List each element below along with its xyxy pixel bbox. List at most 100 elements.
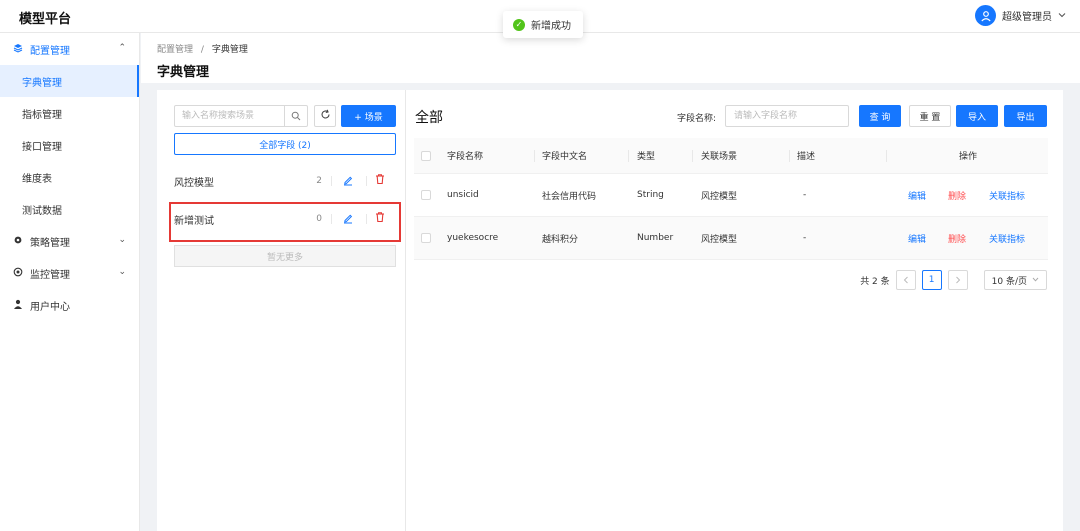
- row-checkbox[interactable]: [421, 233, 431, 243]
- column-header: 关联场景: [701, 152, 738, 162]
- add-scene-button[interactable]: + 场景: [341, 105, 396, 127]
- user-name: 超级管理员: [1002, 12, 1052, 23]
- scene-name: 风控模型: [174, 177, 214, 189]
- total-count: 共 2 条: [860, 276, 890, 287]
- type-cell: String: [637, 190, 664, 200]
- sidebar-group-strategy[interactable]: 策略管理 ⌄: [0, 225, 139, 257]
- edit-link[interactable]: 编辑: [908, 217, 926, 259]
- type-cell: Number: [637, 233, 674, 243]
- edit-link[interactable]: 编辑: [908, 174, 926, 216]
- column-header: 类型: [637, 152, 656, 162]
- scene-panel: + 场景 全部字段 (2) 风控模型 2 新增测试 0 暂无更多: [157, 90, 405, 531]
- breadcrumb-parent[interactable]: 配置管理: [157, 45, 193, 55]
- page-title: 字典管理: [157, 65, 210, 80]
- divider: [886, 150, 887, 162]
- field-table: 字段名称 字段中文名 类型 关联场景 描述 操作 unsicid 社会信用代码 …: [414, 138, 1048, 260]
- field-panel: 全部 字段名称: 查 询 重 置 导入 导出 字段名称 字段中文名 类型 关联场…: [405, 90, 1063, 531]
- monitor-icon: [13, 267, 25, 280]
- pagination: 共 2 条 1 10 条/页: [860, 270, 1047, 290]
- delete-link[interactable]: 删除: [948, 174, 966, 216]
- sidebar-item-dictionary[interactable]: 字典管理: [0, 65, 139, 97]
- app-logo: 模型平台: [19, 12, 72, 27]
- delete-icon[interactable]: [374, 173, 386, 188]
- breadcrumb-current: 字典管理: [211, 45, 248, 55]
- sidebar-group-label: 监控管理: [30, 269, 70, 281]
- select-all-checkbox[interactable]: [421, 150, 431, 161]
- edit-icon[interactable]: [342, 174, 354, 189]
- reset-button[interactable]: 重 置: [909, 105, 951, 127]
- column-header: 描述: [797, 152, 816, 162]
- scene-cell: 风控模型: [701, 234, 738, 245]
- chevron-down-icon: ⌄: [118, 235, 126, 245]
- import-button[interactable]: 导入: [956, 105, 998, 127]
- divider: [534, 150, 535, 162]
- table-row: yuekesocre 越科积分 Number 风控模型 - 编辑 删除 关联指标: [414, 217, 1048, 260]
- chevron-down-icon: ⌄: [118, 267, 126, 277]
- page-size-value: 10 条/页: [991, 276, 1027, 287]
- export-button[interactable]: 导出: [1004, 105, 1047, 127]
- field-cn-name-cell: 越科积分: [542, 234, 579, 245]
- field-name-cell: unsicid: [447, 190, 479, 200]
- sidebar-item-interfaces[interactable]: 接口管理: [0, 129, 139, 161]
- page-header: 配置管理 / 字典管理 字典管理: [141, 33, 1080, 83]
- toast-message: 新增成功: [531, 21, 571, 32]
- highlight-box: [169, 202, 401, 242]
- field-name-label: 字段名称:: [677, 114, 717, 124]
- success-toast: ✓ 新增成功: [503, 11, 583, 38]
- scene-search-input[interactable]: [175, 106, 283, 126]
- table-header: 字段名称 字段中文名 类型 关联场景 描述 操作: [414, 138, 1048, 174]
- scene-cell: 风控模型: [701, 191, 738, 202]
- sidebar-group-label: 策略管理: [30, 237, 70, 249]
- field-cn-name-cell: 社会信用代码: [542, 191, 597, 202]
- column-header: 操作: [959, 152, 978, 162]
- page-number-button[interactable]: 1: [921, 270, 942, 290]
- prev-page-button[interactable]: [895, 270, 916, 290]
- divider: [789, 150, 790, 162]
- sidebar-group-user-center[interactable]: 用户中心: [0, 289, 139, 321]
- chevron-down-icon: [1058, 10, 1066, 21]
- sidebar-item-label: 维度表: [22, 173, 52, 185]
- row-checkbox[interactable]: [421, 190, 431, 200]
- divider: [331, 176, 332, 186]
- field-name-cell: yuekesocre: [447, 233, 499, 243]
- divider: [692, 150, 693, 162]
- divider: [628, 150, 629, 162]
- sidebar-item-test-data[interactable]: 测试数据: [0, 193, 139, 225]
- refresh-icon: [320, 109, 331, 123]
- scene-search: [174, 105, 308, 127]
- field-name-input[interactable]: [726, 106, 848, 126]
- user-menu[interactable]: 超级管理员: [975, 5, 1066, 26]
- query-button[interactable]: 查 询: [859, 105, 901, 127]
- user-icon: [13, 299, 25, 312]
- sidebar-group-config[interactable]: 配置管理 ⌃: [0, 33, 139, 65]
- sidebar-item-label: 字典管理: [22, 77, 62, 89]
- column-header: 字段中文名: [542, 152, 588, 162]
- scene-count: 2: [316, 176, 322, 186]
- refresh-button[interactable]: [314, 105, 336, 127]
- next-page-button[interactable]: [947, 270, 968, 290]
- sidebar-group-label: 用户中心: [30, 301, 70, 313]
- sidebar-item-label: 接口管理: [22, 141, 62, 153]
- gear-icon: [13, 235, 25, 248]
- sidebar-item-label: 指标管理: [22, 109, 62, 121]
- breadcrumb: 配置管理 / 字典管理: [157, 42, 248, 55]
- chevron-down-icon: [1032, 275, 1039, 285]
- field-name-field: [725, 105, 849, 127]
- sidebar-item-dimension-table[interactable]: 维度表: [0, 161, 139, 193]
- link-indicator-link[interactable]: 关联指标: [989, 217, 1025, 259]
- search-icon[interactable]: [284, 106, 307, 126]
- all-fields-button[interactable]: 全部字段 (2): [174, 133, 396, 155]
- description-cell: -: [803, 190, 807, 200]
- table-row: unsicid 社会信用代码 String 风控模型 - 编辑 删除 关联指标: [414, 174, 1048, 217]
- sidebar-item-indicators[interactable]: 指标管理: [0, 97, 139, 129]
- sidebar-group-monitor[interactable]: 监控管理 ⌄: [0, 257, 139, 289]
- column-header: 字段名称: [447, 152, 484, 162]
- scene-item[interactable]: 风控模型 2: [174, 165, 396, 197]
- description-cell: -: [803, 233, 807, 243]
- page-size-select[interactable]: 10 条/页: [983, 270, 1047, 290]
- link-indicator-link[interactable]: 关联指标: [989, 174, 1025, 216]
- delete-link[interactable]: 删除: [948, 217, 966, 259]
- layers-icon: [13, 43, 25, 56]
- avatar-icon: [975, 5, 996, 26]
- no-more-indicator: 暂无更多: [174, 245, 396, 267]
